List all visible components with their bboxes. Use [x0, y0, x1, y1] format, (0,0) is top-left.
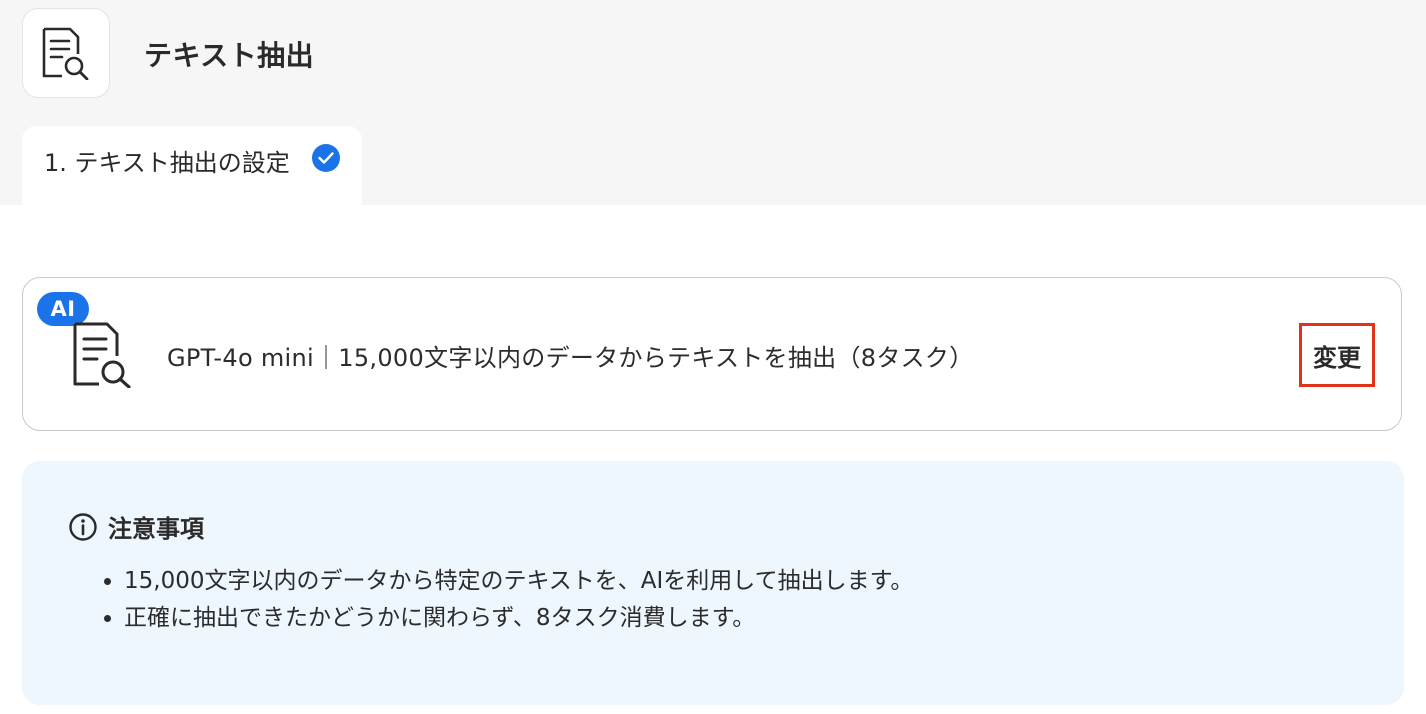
list-item: 正確に抽出できたかどうかに関わらず、8タスク消費します。 [124, 600, 913, 637]
document-search-icon [42, 27, 89, 80]
page-title: テキスト抽出 [144, 39, 315, 72]
change-button[interactable]: 変更 [1299, 323, 1375, 387]
info-icon [69, 512, 97, 541]
notice-panel: 注意事項 15,000文字以内のデータから特定のテキストを、AIを利用して抽出し… [22, 461, 1404, 705]
notice-list: 15,000文字以内のデータから特定のテキストを、AIを利用して抽出します。 正… [100, 563, 913, 637]
list-item: 15,000文字以内のデータから特定のテキストを、AIを利用して抽出します。 [124, 563, 913, 600]
notice-title: 注意事項 [108, 515, 204, 543]
header-band: テキスト抽出 1. テキスト抽出の設定 [0, 0, 1426, 205]
document-search-icon [73, 322, 131, 388]
app-icon [22, 8, 110, 98]
step-label: 1. テキスト抽出の設定 [44, 149, 290, 177]
model-description: GPT-4o mini｜15,000文字以内のデータからテキストを抽出（8タスク… [167, 344, 974, 372]
check-icon [312, 144, 340, 172]
notice-header: 注意事項 [68, 509, 204, 544]
model-card: AI GPT-4o mini｜15,000文字以内のデータからテキストを抽出（8… [22, 277, 1402, 431]
tab-step-1[interactable]: 1. テキスト抽出の設定 [22, 126, 362, 205]
